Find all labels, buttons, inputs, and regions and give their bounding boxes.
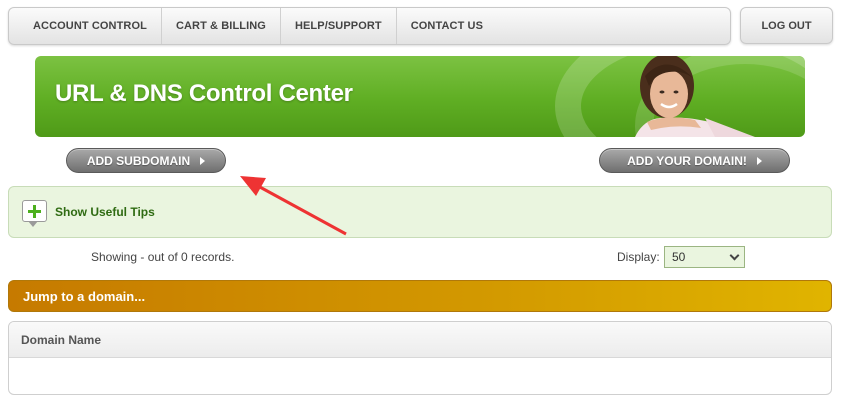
jump-to-domain-label: Jump to a domain... [23,289,146,304]
play-triangle-icon [756,156,762,165]
chevron-down-icon [729,250,740,261]
play-triangle-icon [200,156,206,165]
page-banner: URL & DNS Control Center [35,56,805,137]
column-header-domain-name[interactable]: Domain Name [21,333,101,347]
display-count-value: 50 [672,250,686,264]
jump-to-domain-bar[interactable]: Jump to a domain... [8,280,832,312]
display-count-select[interactable]: 50 [664,246,745,268]
add-subdomain-button[interactable]: ADD SUBDOMAIN [66,148,226,173]
page-title: URL & DNS Control Center [55,80,353,107]
top-navigation: ACCOUNT CONTROL CART & BILLING HELP/SUPP… [8,7,731,45]
banner-person-image [635,56,755,137]
domain-table: Domain Name [8,321,832,395]
records-count-text: Showing - out of 0 records. [91,250,235,264]
speech-bubble-tail [28,221,38,227]
add-your-domain-label: ADD YOUR DOMAIN! [627,153,747,168]
plus-bubble-icon[interactable] [22,200,47,222]
nav-contact-us[interactable]: CONTACT US [397,8,497,44]
domain-table-header: Domain Name [9,322,831,358]
nav-cart-billing[interactable]: CART & BILLING [162,8,281,44]
add-your-domain-button[interactable]: ADD YOUR DOMAIN! [599,148,790,173]
nav-help-support[interactable]: HELP/SUPPORT [281,8,397,44]
display-label: Display: [617,250,660,264]
useful-tips-panel: Show Useful Tips [8,186,832,238]
add-subdomain-label: ADD SUBDOMAIN [86,153,191,168]
show-useful-tips-link[interactable]: Show Useful Tips [55,205,155,219]
logout-button[interactable]: LOG OUT [740,7,833,44]
nav-account-control[interactable]: ACCOUNT CONTROL [9,8,162,44]
